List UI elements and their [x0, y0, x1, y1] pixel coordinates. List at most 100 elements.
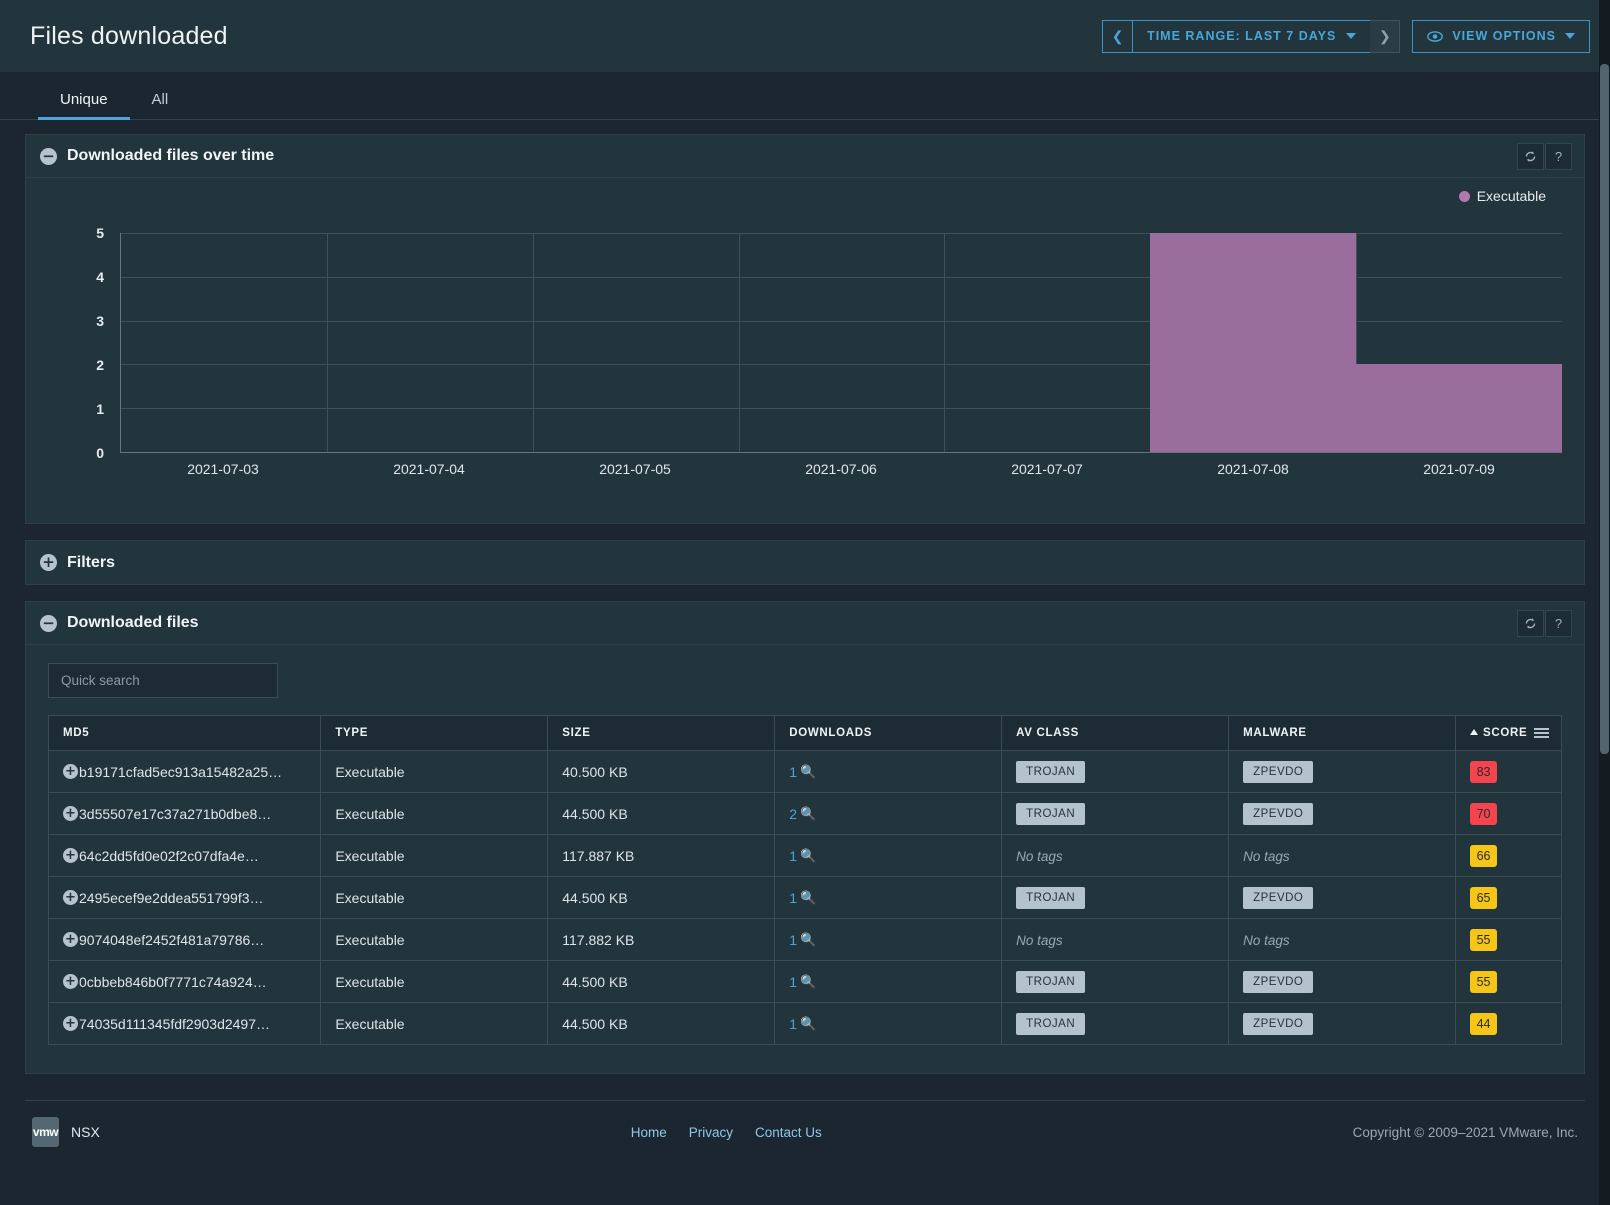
filters-panel-title: Filters: [67, 553, 116, 571]
downloads-link[interactable]: 1 🔍: [789, 1016, 816, 1032]
column-header-malware[interactable]: MALWARE: [1228, 715, 1457, 751]
filters-panel[interactable]: + Filters: [25, 540, 1585, 585]
cell-downloads: 2 🔍: [774, 792, 1003, 835]
downloads-link[interactable]: 1 🔍: [789, 848, 816, 864]
downloads-link[interactable]: 1 🔍: [789, 974, 816, 990]
column-header-size[interactable]: SIZE: [547, 715, 776, 751]
expand-row-icon[interactable]: +: [63, 1016, 78, 1031]
tag-chip[interactable]: TROJAN: [1016, 886, 1086, 909]
tag-chip[interactable]: ZPEVDO: [1243, 886, 1314, 909]
footer-link-contact-us[interactable]: Contact Us: [755, 1125, 822, 1140]
tag-chip[interactable]: ZPEVDO: [1243, 802, 1314, 825]
expand-row-icon[interactable]: +: [63, 764, 78, 779]
chart-panel-title: Downloaded files over time: [67, 147, 275, 164]
table-row[interactable]: +64c2dd5fd0e02f2c07dfa4e… Executable 117.8…: [47, 834, 1562, 877]
score-badge: 66: [1470, 844, 1498, 867]
cell-score: 83: [1455, 750, 1562, 793]
footer-link-privacy[interactable]: Privacy: [689, 1125, 733, 1140]
downloads-link[interactable]: 1 🔍: [789, 764, 816, 780]
table-refresh-button[interactable]: [1517, 609, 1544, 637]
column-header-av-class[interactable]: AV CLASS: [1001, 715, 1230, 751]
cell-md5: +74035d111345fdf2903d2497…: [47, 1002, 322, 1045]
table-row[interactable]: +9074048ef2452f481a79786… Executable 117.8…: [47, 918, 1562, 961]
search-input[interactable]: [48, 663, 278, 698]
filters-panel-header[interactable]: + Filters: [26, 541, 1584, 584]
time-range-dropdown[interactable]: TIME RANGE: LAST 7 DAYS: [1132, 19, 1371, 53]
expand-row-icon[interactable]: +: [63, 932, 78, 947]
cell-type: Executable: [320, 834, 549, 877]
no-tags-label: No tags: [1243, 848, 1290, 864]
minus-circle-icon[interactable]: −: [40, 147, 57, 165]
tag-chip[interactable]: TROJAN: [1016, 970, 1086, 993]
chart-legend: Executable: [1458, 188, 1546, 204]
minus-circle-icon[interactable]: −: [40, 614, 57, 632]
time-range-prev-button[interactable]: ❮: [1102, 19, 1133, 53]
expand-row-icon[interactable]: +: [63, 806, 78, 821]
page-scrollbar[interactable]: [1599, 0, 1610, 1205]
plus-circle-icon[interactable]: +: [40, 554, 57, 571]
cell-downloads: 1 🔍: [774, 960, 1003, 1003]
column-label-md5: MD5: [63, 727, 90, 739]
view-options-label: VIEW OPTIONS: [1452, 29, 1556, 43]
chart-help-button[interactable]: ?: [1545, 142, 1572, 170]
column-header-type[interactable]: TYPE: [320, 715, 549, 751]
score-badge: 55: [1470, 928, 1498, 951]
cell-md5: +3d55507e17c37a271b0dbe8…: [47, 792, 322, 835]
table-row[interactable]: +74035d111345fdf2903d2497… Executable 44.5…: [47, 1002, 1562, 1045]
page-title: Files downloaded: [30, 21, 228, 50]
view-options-button[interactable]: VIEW OPTIONS: [1412, 19, 1590, 53]
cell-score: 70: [1455, 792, 1562, 835]
column-label-downloads: DOWNLOADS: [789, 727, 873, 739]
table-row[interactable]: +0cbbeb846b0f7771c74a924… Executable 44.50…: [47, 960, 1562, 1003]
cell-size: 117.882 KB: [547, 918, 776, 961]
no-tags-label: No tags: [1016, 932, 1063, 948]
y-axis-tick: 4: [96, 269, 104, 285]
chart-bar[interactable]: [1356, 364, 1562, 452]
chart-refresh-button[interactable]: [1517, 142, 1544, 170]
table-row[interactable]: +3d55507e17c37a271b0dbe8… Executable 44.50…: [47, 792, 1562, 835]
hamburger-icon[interactable]: [1534, 726, 1549, 740]
downloads-link[interactable]: 2 🔍: [789, 806, 816, 822]
cell-md5: + b19171cfad5ec913a15482a25…: [47, 750, 322, 793]
downloads-link[interactable]: 1 🔍: [789, 932, 816, 948]
cell-malware: ZPEVDO: [1228, 792, 1457, 835]
expand-row-icon[interactable]: +: [63, 974, 78, 989]
tag-chip[interactable]: TROJAN: [1016, 802, 1086, 825]
tab-all[interactable]: All: [130, 91, 191, 119]
table-help-button[interactable]: ?: [1545, 609, 1572, 637]
footer-link-home[interactable]: Home: [631, 1125, 667, 1140]
tag-chip[interactable]: ZPEVDO: [1243, 760, 1314, 783]
cell-type: Executable: [320, 750, 549, 793]
filters-panel-title-group: + Filters: [40, 554, 115, 572]
chart-bar[interactable]: [1150, 233, 1357, 452]
column-header-downloads[interactable]: DOWNLOADS: [774, 715, 1003, 751]
refresh-icon: [1525, 617, 1536, 629]
tag-chip[interactable]: TROJAN: [1016, 760, 1086, 783]
y-axis-tick: 1: [96, 401, 104, 417]
tag-chip[interactable]: ZPEVDO: [1243, 1012, 1314, 1035]
tag-chip[interactable]: ZPEVDO: [1243, 970, 1314, 993]
downloads-count: 2: [789, 805, 797, 822]
downloads-link[interactable]: 1 🔍: [789, 890, 816, 906]
tab-unique[interactable]: Unique: [38, 91, 130, 120]
table-body: + b19171cfad5ec913a15482a25… Executable 40.…: [47, 750, 1562, 1045]
expand-row-icon[interactable]: +: [63, 848, 78, 863]
tag-chip[interactable]: TROJAN: [1016, 1012, 1086, 1035]
downloads-count: 1: [789, 889, 797, 906]
table-row[interactable]: +2495ecef9e2ddea551799f3… Executable 44.50…: [47, 876, 1562, 919]
sort-ascending-icon: [1470, 729, 1479, 735]
column-header-score[interactable]: SCORE: [1455, 715, 1562, 751]
time-range-next-button[interactable]: ❯: [1370, 19, 1401, 53]
table-row[interactable]: + b19171cfad5ec913a15482a25… Executable 40.…: [47, 750, 1562, 793]
refresh-icon: [1525, 150, 1536, 162]
column-header-md5[interactable]: MD5: [47, 715, 322, 751]
magnifier-icon: 🔍: [800, 889, 817, 905]
x-axis-tick: 2021-07-09: [1423, 461, 1495, 477]
column-label-size: SIZE: [562, 727, 591, 739]
downloads-count: 1: [789, 763, 797, 780]
expand-row-icon[interactable]: +: [63, 890, 78, 905]
x-axis-tick: 2021-07-05: [599, 461, 671, 477]
downloaded-files-title-group: − Downloaded files: [40, 614, 199, 632]
page-scrollbar-thumb[interactable]: [1600, 64, 1609, 754]
eye-icon: [1427, 30, 1444, 42]
